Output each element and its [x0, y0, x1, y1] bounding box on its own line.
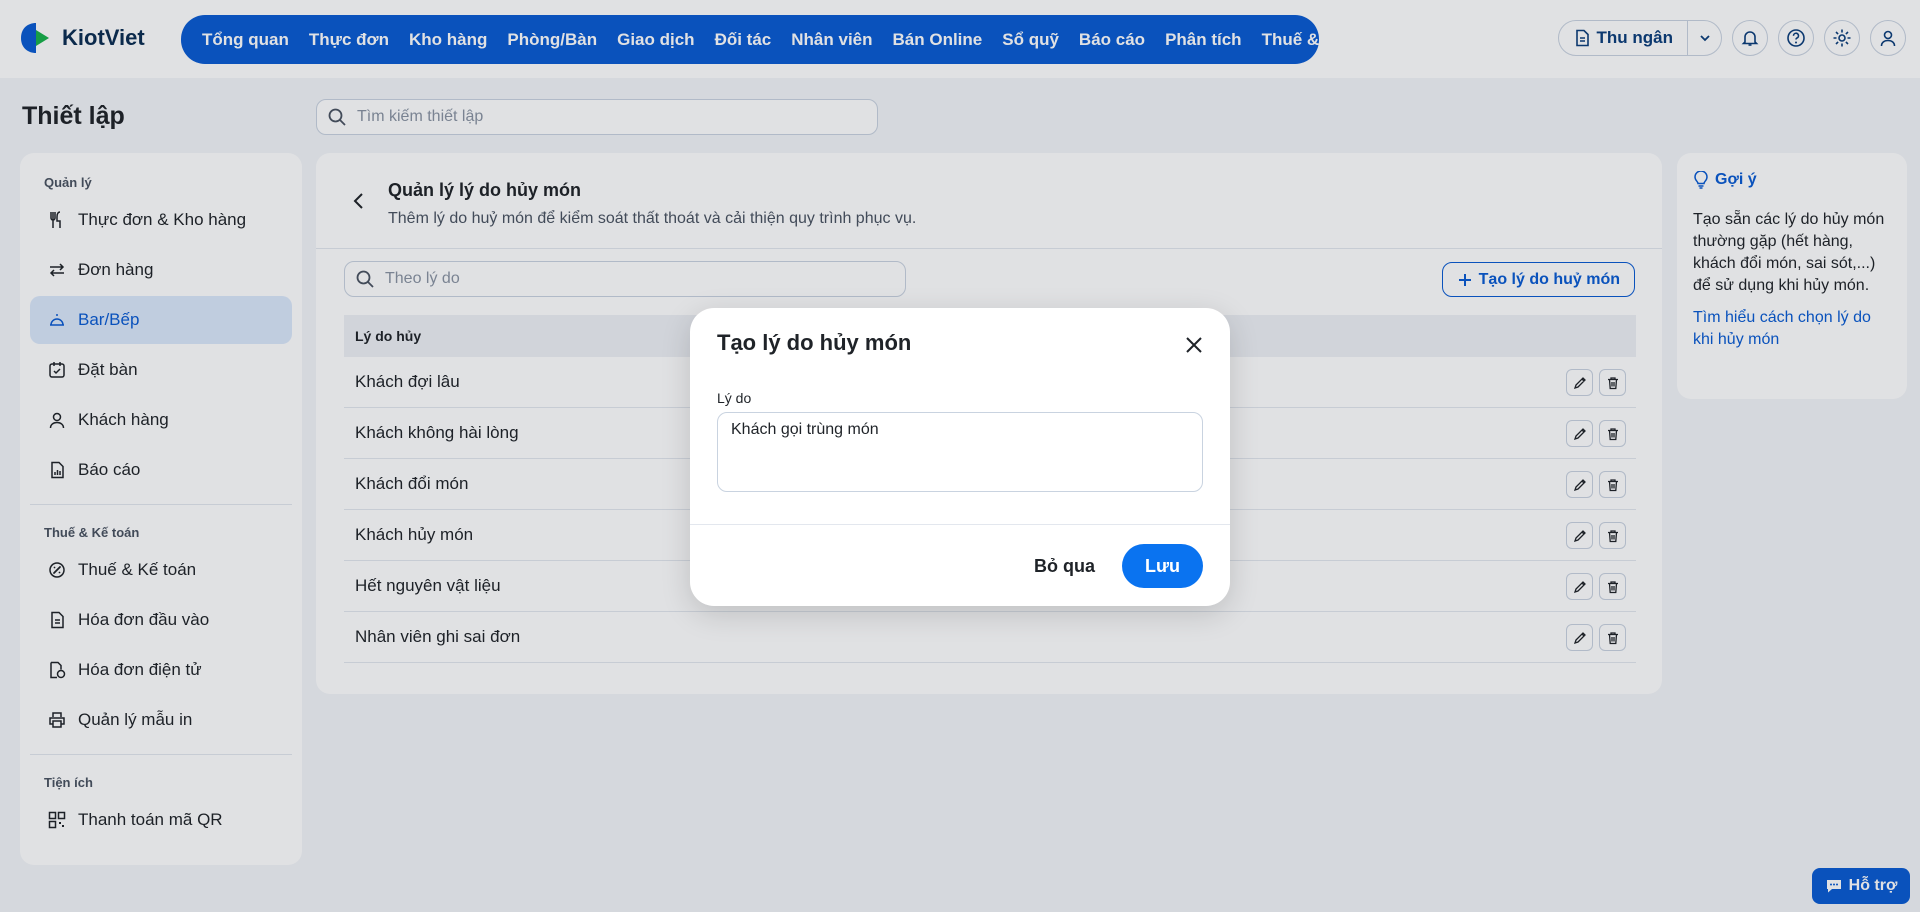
- reason-field-label: Lý do: [717, 390, 752, 406]
- create-reason-dialog: Tạo lý do hủy món Lý do Khách gọi trùng …: [690, 308, 1230, 606]
- close-icon: [1186, 337, 1202, 353]
- save-button[interactable]: Lưu: [1122, 544, 1203, 588]
- close-button[interactable]: [1182, 333, 1206, 357]
- reason-textarea[interactable]: Khách gọi trùng món: [717, 412, 1203, 492]
- dialog-title: Tạo lý do hủy món: [717, 330, 912, 355]
- dialog-divider: [690, 524, 1230, 525]
- cancel-button[interactable]: Bỏ qua: [1020, 544, 1109, 588]
